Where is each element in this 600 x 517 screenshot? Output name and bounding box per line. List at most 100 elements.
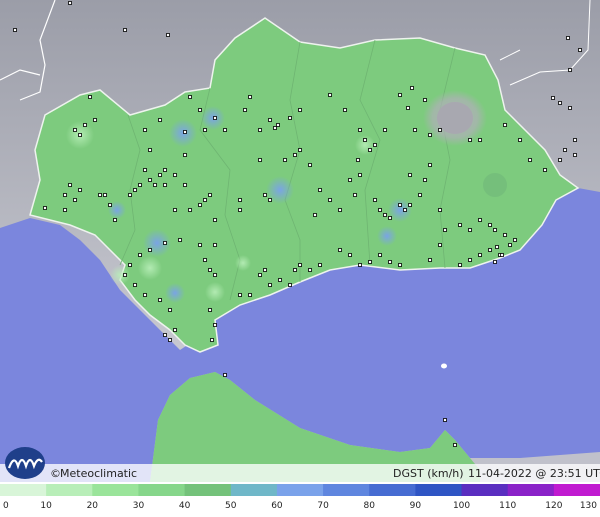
station-marker [68,1,72,5]
station-marker [468,138,472,142]
station-marker [348,253,352,257]
station-marker [428,163,432,167]
station-marker [63,193,67,197]
station-marker [558,158,562,162]
scale-tick-label: 50 [225,501,237,511]
station-marker [328,198,332,202]
station-marker [143,293,147,297]
station-marker [213,243,217,247]
station-marker [173,208,177,212]
station-marker [188,208,192,212]
station-marker [500,253,504,257]
station-marker [318,263,322,267]
station-marker [398,263,402,267]
station-marker [363,138,367,142]
station-marker [158,173,162,177]
station-marker [438,243,442,247]
station-marker [398,203,402,207]
scale-tick-label: 120 [545,501,562,511]
station-marker [43,206,47,210]
station-marker [388,216,392,220]
station-marker [173,328,177,332]
scale-tick-label: 10 [40,501,52,511]
scale-swatch [415,484,463,496]
station-marker [495,245,499,249]
station-marker [373,198,377,202]
station-marker [203,258,207,262]
station-marker [468,258,472,262]
station-marker [163,183,167,187]
station-marker [238,198,242,202]
scale-swatch [92,484,139,496]
station-marker [278,278,282,282]
station-marker [183,183,187,187]
scale-swatch [230,484,278,496]
station-marker [88,95,92,99]
station-marker [73,198,77,202]
station-marker [298,148,302,152]
station-marker [403,208,407,212]
station-marker [168,308,172,312]
station-marker [453,443,457,447]
station-marker [410,86,414,90]
color-scale [0,484,600,496]
station-marker [373,143,377,147]
station-marker [578,48,582,52]
station-marker [238,293,242,297]
brand-name: Meteoclimatic [60,467,137,480]
station-marker [113,218,117,222]
station-marker [406,106,410,110]
station-marker [293,268,297,272]
station-marker [203,128,207,132]
station-marker [208,308,212,312]
station-marker [128,263,132,267]
station-marker [343,108,347,112]
station-marker [148,248,152,252]
station-marker [398,93,402,97]
station-marker [478,138,482,142]
station-marker [166,33,170,37]
station-marker [73,128,77,132]
scale-tick-label: 20 [87,501,99,511]
station-marker [568,68,572,72]
station-marker [438,208,442,212]
scale-swatch [323,484,370,496]
station-marker [508,243,512,247]
station-marker [428,258,432,262]
station-marker [503,233,507,237]
station-marker [163,333,167,337]
station-marker [248,95,252,99]
station-marker [443,418,447,422]
station-marker [183,153,187,157]
scale-tick-label: 0 [3,501,9,511]
station-marker [168,338,172,342]
station-marker [78,133,82,137]
station-marker [566,36,570,40]
station-marker [208,193,212,197]
station-marker [358,263,362,267]
island [441,363,447,369]
station-marker [493,228,497,232]
station-marker [283,158,287,162]
station-marker [143,168,147,172]
station-marker [518,138,522,142]
station-marker [158,118,162,122]
station-marker [458,263,462,267]
station-marker [93,118,97,122]
station-marker [138,183,142,187]
station-marker [276,123,280,127]
station-marker [318,188,322,192]
station-marker [308,268,312,272]
station-marker [308,163,312,167]
station-marker [133,283,137,287]
station-marker [348,178,352,182]
scale-swatch [276,484,324,496]
station-marker [158,298,162,302]
station-marker [163,168,167,172]
station-marker [78,188,82,192]
station-marker [388,260,392,264]
station-marker [383,128,387,132]
station-marker [298,263,302,267]
station-marker [378,253,382,257]
station-marker [573,153,577,157]
